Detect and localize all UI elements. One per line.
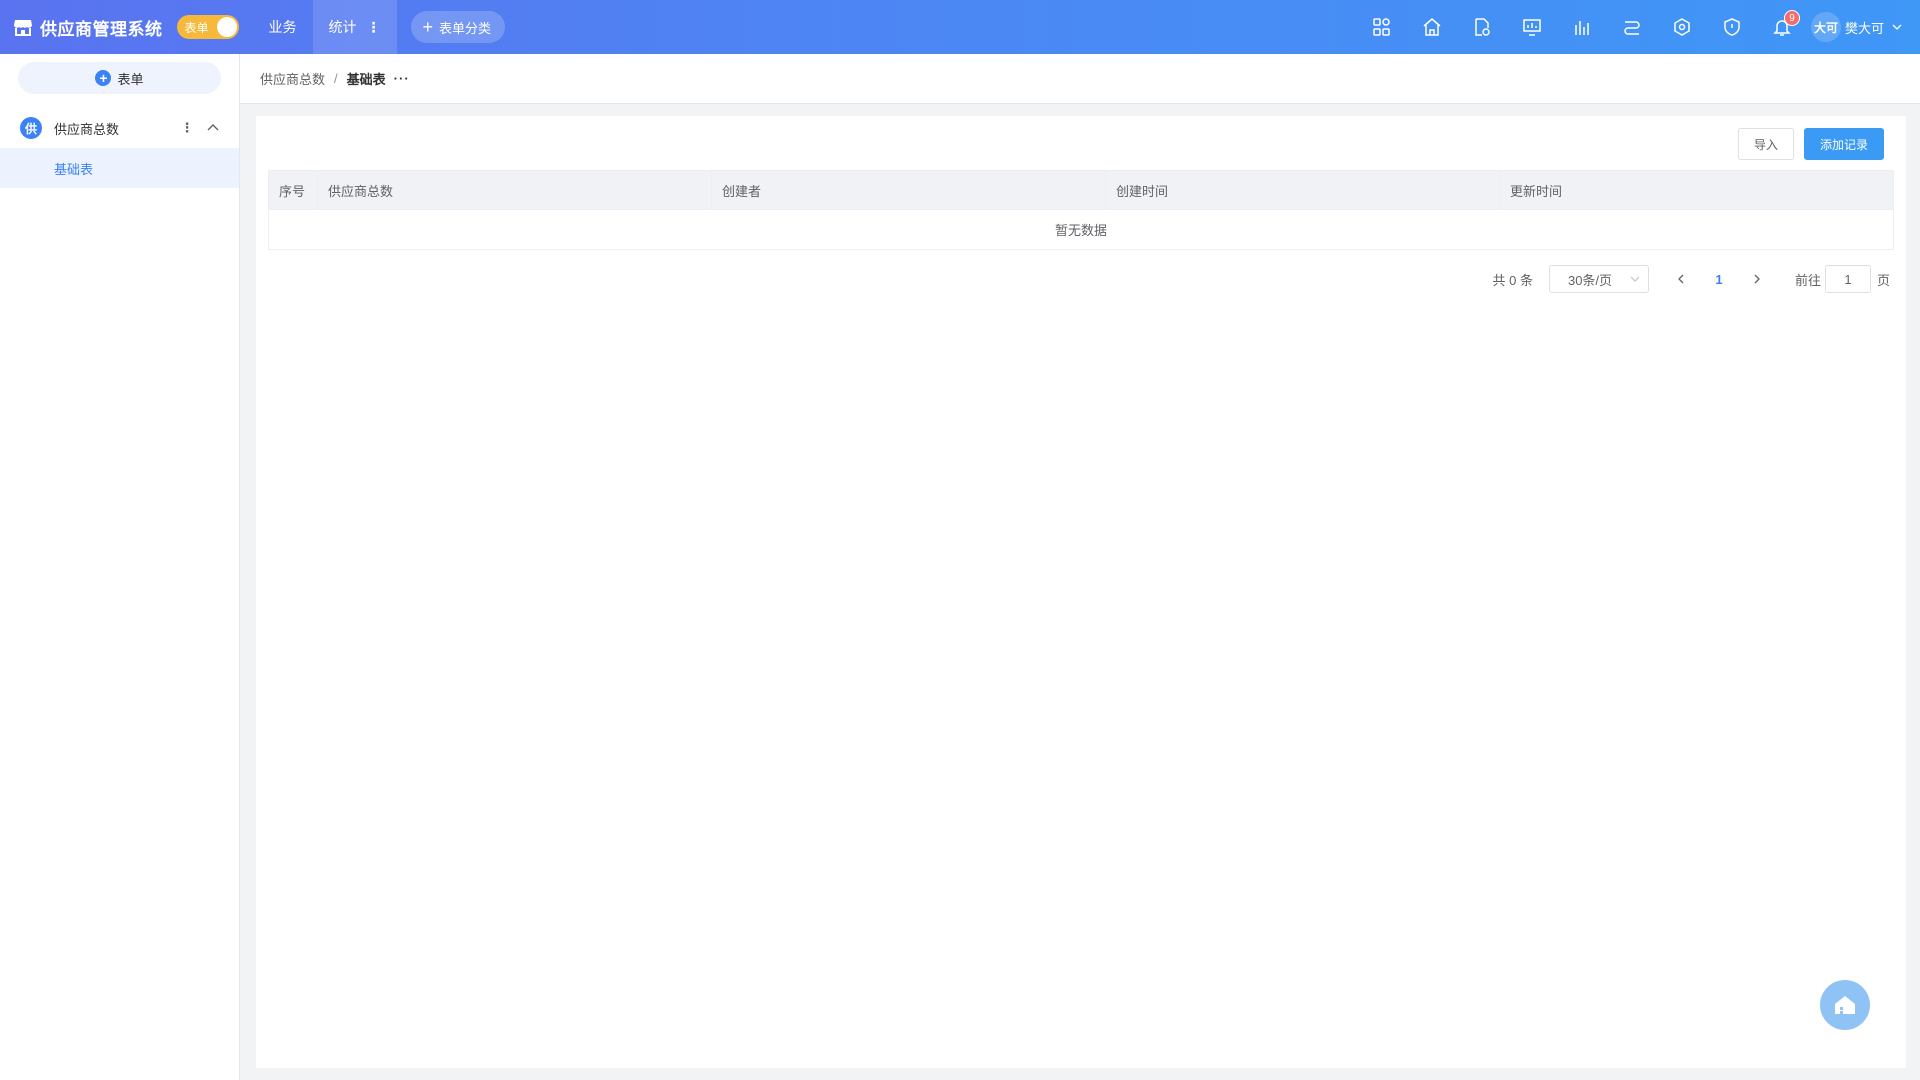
add-category-label: 表单分类 xyxy=(439,20,492,36)
next-page-button[interactable] xyxy=(1737,265,1777,293)
mode-toggle-label: 表单 xyxy=(184,20,209,35)
plus-icon: + xyxy=(422,17,434,37)
table-header: 序号 供应商总数 创建者 创建时间 更新时间 xyxy=(269,171,1893,210)
chevron-up-icon[interactable] xyxy=(207,122,219,134)
sidebar-item-basic-table[interactable]: 基础表 xyxy=(0,148,239,188)
breadcrumb-parent[interactable]: 供应商总数 xyxy=(260,69,325,88)
more-vertical-icon[interactable]: ⋮ xyxy=(367,19,381,36)
chevron-right-icon xyxy=(1754,274,1760,284)
new-form-label: 表单 xyxy=(117,71,144,87)
column-header-updated-time[interactable]: 更新时间 xyxy=(1500,171,1893,209)
top-bar: 供应商管理系统 表单 业务 统计 ⋮ + 表单分类 9 大可 樊大可 xyxy=(0,0,1920,54)
mode-toggle[interactable]: 表单 xyxy=(176,15,239,39)
monitor-chart-icon[interactable] xyxy=(1507,0,1557,54)
chevron-left-icon xyxy=(1678,274,1684,284)
column-header-index[interactable]: 序号 xyxy=(269,171,318,209)
new-form-button[interactable]: + 表单 xyxy=(18,62,221,94)
nav-item-label: 统计 xyxy=(328,19,357,35)
chevron-down-icon xyxy=(1630,274,1640,284)
column-header-supplier-total[interactable]: 供应商总数 xyxy=(318,171,712,209)
table-empty-text: 暂无数据 xyxy=(1054,223,1107,238)
data-table: 序号 供应商总数 创建者 创建时间 更新时间 暂无数据 xyxy=(268,170,1894,250)
goto-page-input[interactable] xyxy=(1824,265,1871,293)
page-size-select[interactable]: 30条/页 xyxy=(1548,265,1649,293)
user-name: 樊大可 xyxy=(1844,20,1884,36)
nav-item-statistics[interactable]: 统计 ⋮ xyxy=(312,0,397,54)
group-badge: 供 xyxy=(20,117,42,139)
data-flow-icon[interactable] xyxy=(1607,0,1657,54)
sidebar: + 表单 供 供应商总数 ⋮ 基础表 xyxy=(0,54,240,1080)
add-record-button[interactable]: 添加记录 xyxy=(1804,128,1884,160)
app-title: 供应商管理系统 xyxy=(40,19,163,39)
content-panel: 导入 添加记录 序号 供应商总数 创建者 创建时间 更新时间 暂无数据 共 0 … xyxy=(256,116,1906,1068)
more-vertical-icon[interactable]: ⋮ xyxy=(179,120,195,136)
avatar: 大可 xyxy=(1810,12,1841,42)
chevron-down-icon xyxy=(1892,22,1902,32)
home-icon[interactable] xyxy=(1407,0,1457,54)
store-icon xyxy=(12,16,34,38)
prev-page-button[interactable] xyxy=(1661,265,1701,293)
column-header-created-time[interactable]: 创建时间 xyxy=(1106,171,1500,209)
pagination: 共 0 条 30条/页 1 前往 页 xyxy=(1492,265,1890,293)
floating-home-button[interactable] xyxy=(1820,980,1870,1030)
more-horizontal-icon[interactable]: ··· xyxy=(394,71,410,86)
main-nav: 业务 统计 ⋮ xyxy=(253,0,397,54)
page-unit-label: 页 xyxy=(1876,272,1890,288)
page-number-current[interactable]: 1 xyxy=(1701,272,1737,287)
toggle-knob xyxy=(216,17,237,37)
breadcrumb: 供应商总数 / 基础表 ··· xyxy=(240,54,1920,104)
group-label: 供应商总数 xyxy=(54,121,120,137)
nav-item-business[interactable]: 业务 xyxy=(253,0,313,54)
top-icon-bar: 9 大可 樊大可 xyxy=(1357,0,1920,54)
add-category-button[interactable]: + 表单分类 xyxy=(410,11,506,43)
network-icon[interactable] xyxy=(1657,0,1707,54)
table-toolbar: 导入 添加记录 xyxy=(1738,128,1884,160)
app-logo[interactable]: 供应商管理系统 xyxy=(12,0,163,54)
column-header-creator[interactable]: 创建者 xyxy=(712,171,1106,209)
goto-label: 前往 xyxy=(1794,272,1821,288)
shield-icon[interactable] xyxy=(1707,0,1757,54)
user-menu[interactable]: 大可 樊大可 xyxy=(1810,12,1902,42)
bar-chart-icon[interactable] xyxy=(1557,0,1607,54)
page-size-value: 30条/页 xyxy=(1567,272,1613,288)
breadcrumb-current: 基础表 xyxy=(346,72,386,87)
pagination-total: 共 0 条 xyxy=(1492,272,1533,288)
nav-item-label: 业务 xyxy=(268,19,297,35)
apps-icon[interactable] xyxy=(1357,0,1407,54)
document-settings-icon[interactable] xyxy=(1457,0,1507,54)
bell-icon[interactable]: 9 xyxy=(1757,0,1807,54)
import-button[interactable]: 导入 xyxy=(1738,128,1794,160)
breadcrumb-separator: / xyxy=(334,71,338,86)
house-icon xyxy=(1835,996,1855,1014)
notification-badge: 9 xyxy=(1783,10,1800,26)
plus-circle-icon: + xyxy=(95,70,112,86)
sidebar-group-supplier-total[interactable]: 供 供应商总数 ⋮ xyxy=(0,108,239,148)
